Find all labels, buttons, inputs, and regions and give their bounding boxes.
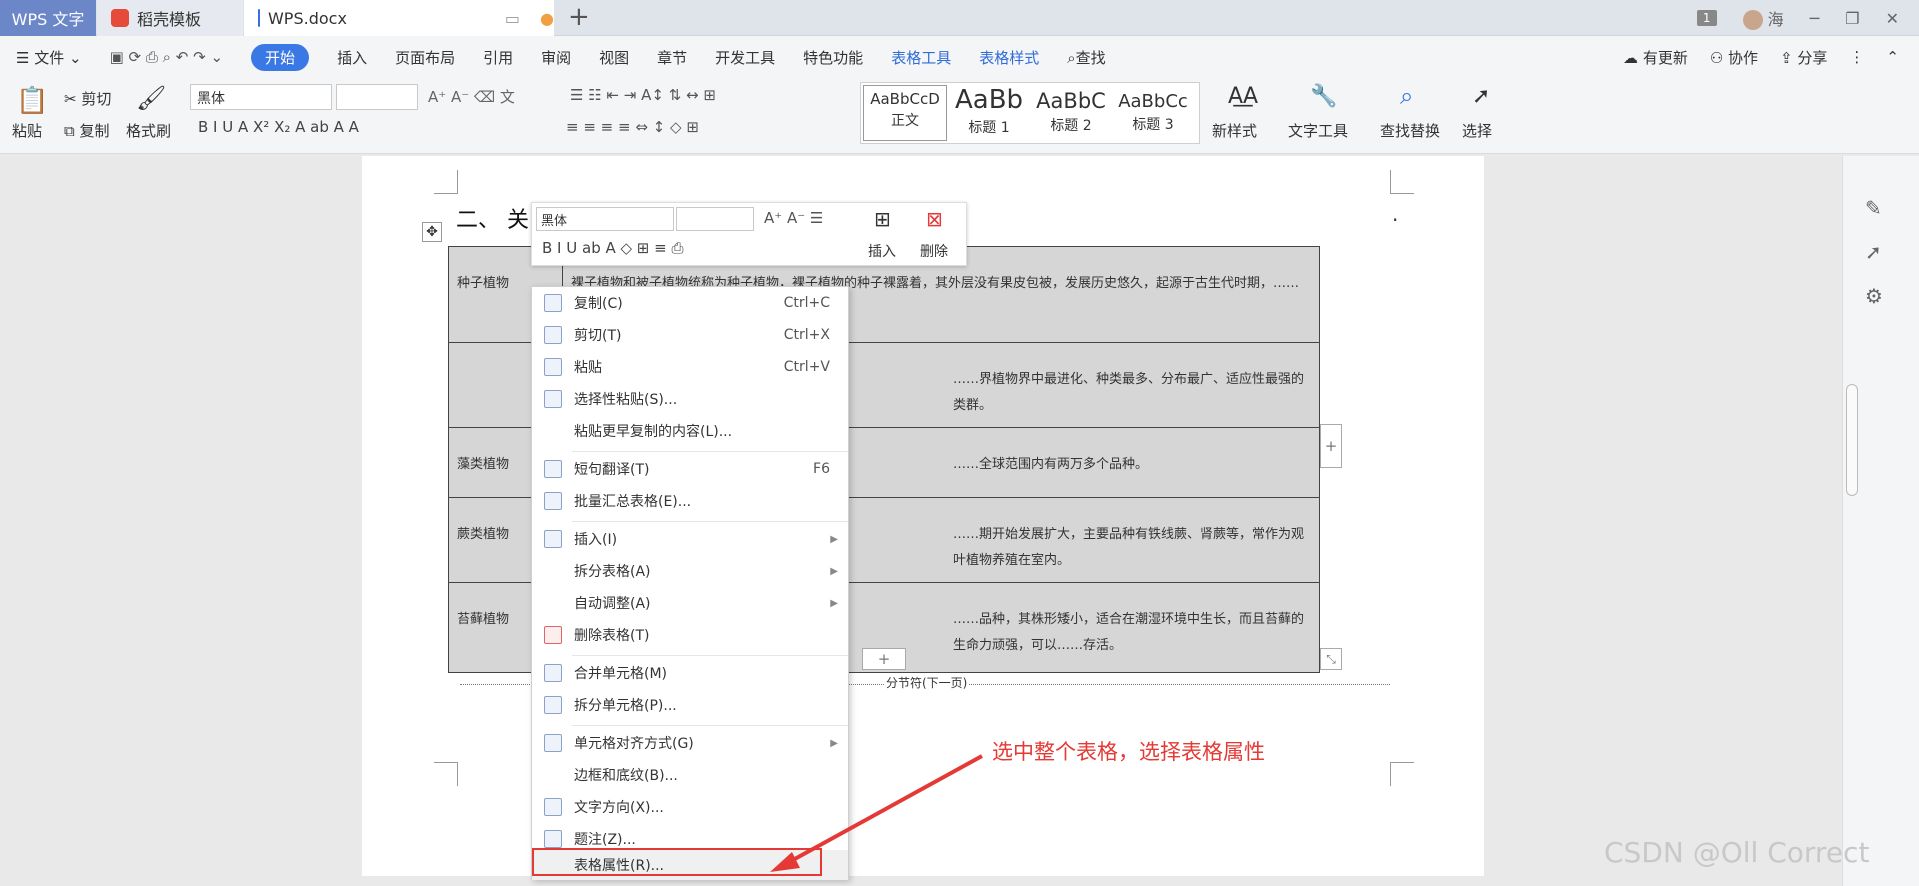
settings-sliders-icon[interactable]: ⚙ — [1865, 284, 1883, 308]
annotation-arrow — [770, 754, 983, 872]
watermark: CSDN @Oll Correct — [1604, 836, 1870, 869]
pen-icon[interactable]: ✎ — [1865, 196, 1882, 220]
annotation-text: 选中整个表格，选择表格属性 — [992, 740, 1265, 764]
vertical-scrollbar[interactable] — [1846, 384, 1858, 496]
right-sidebar: ✎ ➚ ⚙ — [1842, 156, 1919, 886]
cursor-icon[interactable]: ➚ — [1865, 240, 1882, 264]
